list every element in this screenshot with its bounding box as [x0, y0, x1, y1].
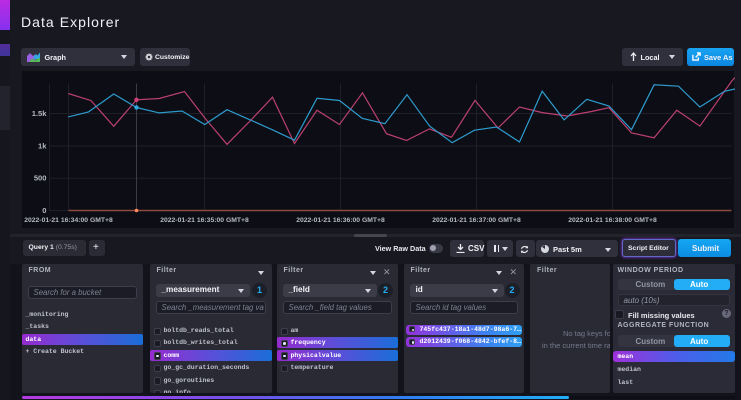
svg-text:2022-01-21 16:36:00 GMT+8: 2022-01-21 16:36:00 GMT+8	[296, 217, 385, 224]
svg-text:0: 0	[42, 206, 46, 215]
svg-text:2022-01-21 16:34:00 GMT+8: 2022-01-21 16:34:00 GMT+8	[24, 217, 113, 224]
svg-text:2022-01-21 16:38:00 GMT+8: 2022-01-21 16:38:00 GMT+8	[568, 217, 657, 224]
svg-text:1k: 1k	[38, 141, 47, 150]
svg-text:500: 500	[33, 174, 46, 183]
svg-text:2022-01-21 16:37:00 GMT+8: 2022-01-21 16:37:00 GMT+8	[432, 217, 521, 224]
svg-text:2022-01-21 16:35:00 GMT+8: 2022-01-21 16:35:00 GMT+8	[160, 217, 249, 224]
svg-text:1.5k: 1.5k	[31, 109, 47, 118]
